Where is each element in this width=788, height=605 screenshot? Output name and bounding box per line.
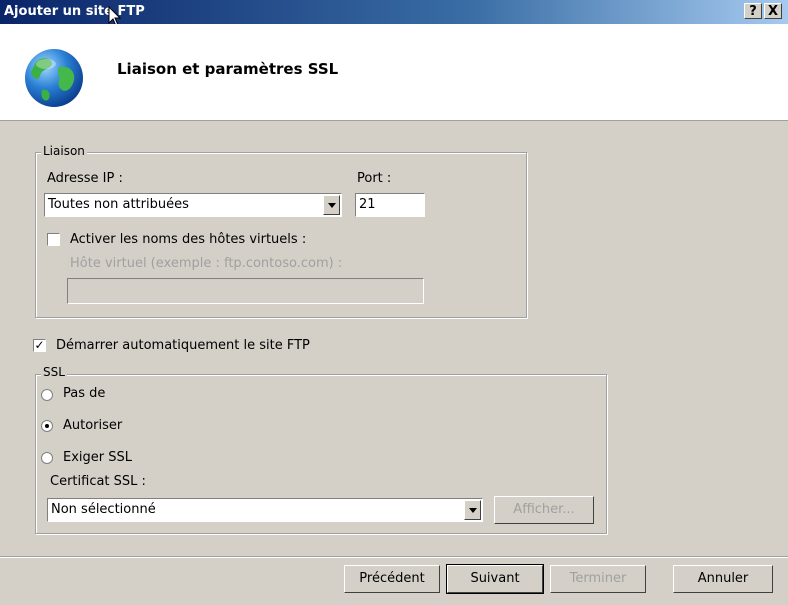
autostart-checkbox[interactable]: ✓ <box>33 339 46 352</box>
ssl-certificate-value: Non sélectionné <box>51 502 156 517</box>
ip-address-dropdown[interactable]: Toutes non attribuées <box>44 193 342 217</box>
previous-button[interactable]: Précédent <box>344 565 440 593</box>
ip-address-value: Toutes non attribuées <box>48 197 189 212</box>
ssl-allow-label: Autoriser <box>63 418 123 433</box>
virtual-hosts-checkbox[interactable] <box>47 233 60 246</box>
port-value: 21 <box>359 197 376 212</box>
ssl-require-label: Exiger SSL <box>63 450 132 465</box>
ip-address-label: Adresse IP : <box>47 171 123 186</box>
ssl-legend: SSL <box>41 365 67 379</box>
next-button[interactable]: Suivant <box>446 564 544 594</box>
virtual-host-label: Hôte virtuel (exemple : ftp.contoso.com)… <box>70 256 343 271</box>
virtual-hosts-label: Activer les noms des hôtes virtuels : <box>70 232 307 247</box>
ssl-require-radio[interactable] <box>41 452 53 464</box>
finish-button[interactable]: Terminer <box>550 565 646 593</box>
window-title: Ajouter un site FTP <box>4 4 145 19</box>
footer-separator <box>0 556 788 558</box>
ssl-none-radio[interactable] <box>41 389 53 401</box>
wizard-header: Liaison et paramètres SSL <box>0 24 788 121</box>
ssl-allow-radio[interactable] <box>41 420 53 432</box>
chevron-down-icon[interactable] <box>464 500 481 520</box>
close-button[interactable]: X <box>764 3 782 19</box>
virtual-host-input[interactable] <box>67 278 424 304</box>
help-button[interactable]: ? <box>744 3 762 19</box>
ssl-none-label: Pas de <box>63 386 106 401</box>
cancel-button[interactable]: Annuler <box>673 565 773 593</box>
autostart-label: Démarrer automatiquement le site FTP <box>56 338 310 353</box>
port-label: Port : <box>357 171 392 186</box>
ssl-certificate-dropdown[interactable]: Non sélectionné <box>47 498 483 522</box>
globe-icon <box>25 49 83 107</box>
ssl-certificate-label: Certificat SSL : <box>50 474 146 489</box>
binding-legend: Liaison <box>41 144 87 158</box>
port-input[interactable]: 21 <box>355 193 425 217</box>
chevron-down-icon[interactable] <box>323 195 340 215</box>
page-title: Liaison et paramètres SSL <box>117 60 339 78</box>
view-certificate-button[interactable]: Afficher... <box>494 496 594 524</box>
